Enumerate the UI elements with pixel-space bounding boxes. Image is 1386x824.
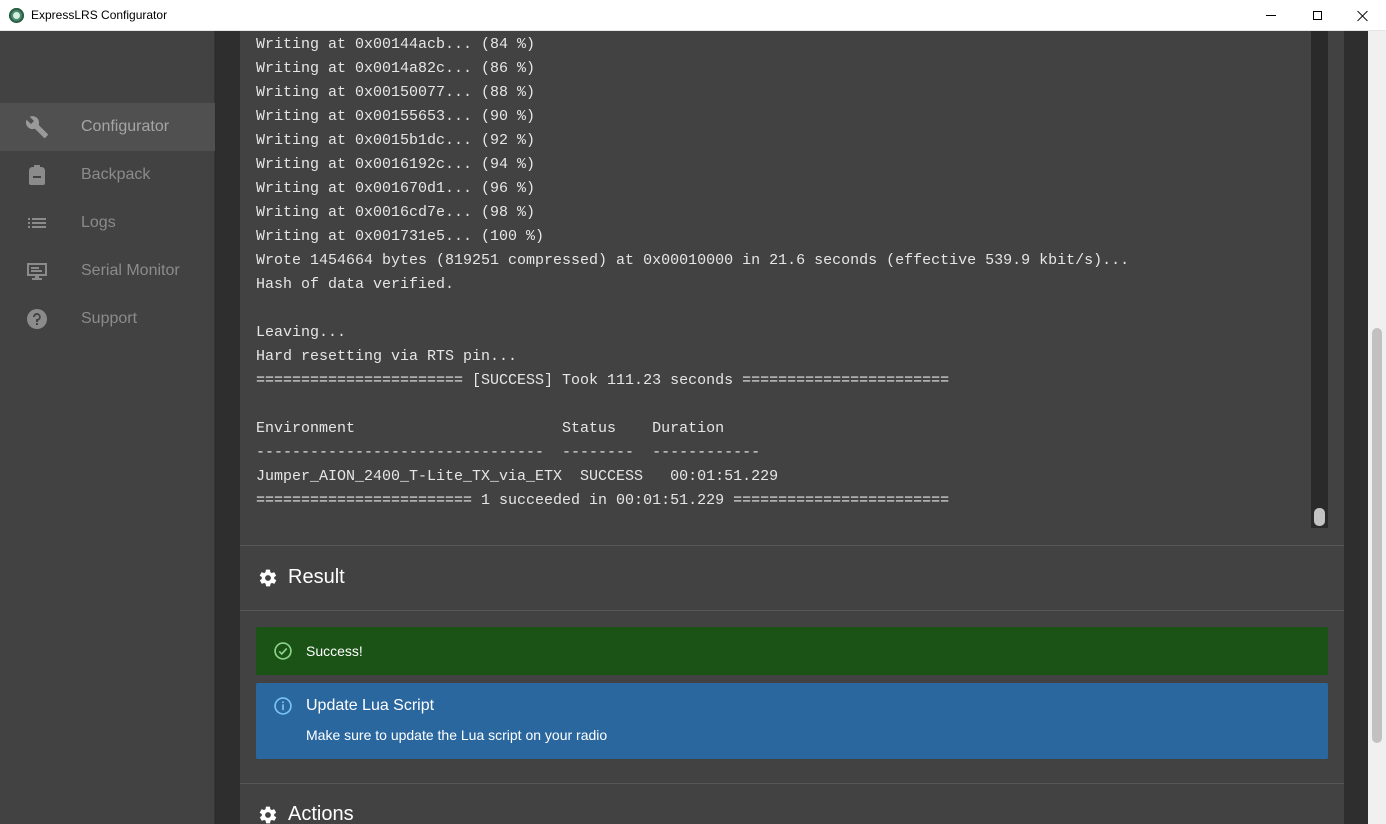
log-line: Writing at 0x001731e5... (100 %): [256, 228, 545, 245]
info-message: Make sure to update the Lua script on yo…: [306, 727, 608, 743]
actions-heading: Actions: [258, 803, 354, 824]
list-icon: [25, 211, 49, 235]
divider: [240, 545, 1344, 546]
backpack-icon: [25, 163, 49, 187]
window-scrollbar-thumb[interactable]: [1372, 328, 1382, 743]
log-line: Writing at 0x0015b1dc... (92 %): [256, 132, 536, 149]
result-heading: Result: [258, 566, 345, 589]
terminal-scrollbar-thumb[interactable]: [1314, 508, 1325, 526]
log-line: ======================== 1 succeeded in …: [256, 492, 950, 509]
info-alert: Update Lua Script Make sure to update th…: [256, 683, 1328, 759]
app-window: ExpressLRS Configurator Configurator Bac…: [0, 0, 1386, 824]
result-title: Result: [288, 566, 345, 588]
sidebar-item-backpack[interactable]: Backpack: [0, 151, 215, 199]
maximize-icon: [1312, 11, 1322, 20]
log-line: Writing at 0x0014a82c... (86 %): [256, 60, 536, 77]
expresslrs-logo-icon: [9, 8, 24, 23]
info-title: Update Lua Script: [306, 697, 435, 714]
log-line: Jumper_AION_2400_T-Lite_TX_via_ETX SUCCE…: [256, 468, 779, 485]
sidebar: Configurator Backpack Logs Serial Monito…: [0, 31, 215, 824]
monitor-icon: [25, 259, 49, 283]
gear-icon: [259, 806, 277, 823]
log-line: Leaving...: [256, 324, 347, 341]
log-line: Writing at 0x00150077... (88 %): [256, 84, 536, 101]
gear-icon: [259, 569, 277, 586]
maximize-button[interactable]: [1294, 0, 1340, 31]
sidebar-item-label: Support: [81, 310, 138, 327]
log-line: Wrote 1454664 bytes (819251 compressed) …: [256, 252, 1130, 269]
log-line: Writing at 0x001670d1... (96 %): [256, 180, 536, 197]
sidebar-item-label: Serial Monitor: [81, 262, 180, 279]
log-line: Writing at 0x0016cd7e... (98 %): [256, 204, 536, 221]
sidebar-item-label: Logs: [81, 214, 116, 231]
minimize-button[interactable]: [1248, 0, 1294, 31]
sidebar-item-serial-monitor[interactable]: Serial Monitor: [0, 247, 215, 295]
divider: [240, 610, 1344, 611]
help-circle-icon: [25, 307, 49, 331]
success-alert: Success!: [256, 627, 1328, 675]
close-button[interactable]: [1340, 0, 1386, 31]
log-line: Writing at 0x00155653... (90 %): [256, 108, 536, 125]
sidebar-item-support[interactable]: Support: [0, 295, 215, 343]
log-line: Hard resetting via RTS pin...: [256, 348, 518, 365]
sidebar-item-logs[interactable]: Logs: [0, 199, 215, 247]
title-bar[interactable]: ExpressLRS Configurator: [0, 0, 1386, 31]
log-line: Hash of data verified.: [256, 276, 455, 293]
actions-title: Actions: [288, 803, 354, 824]
success-message: Success!: [306, 643, 363, 659]
terminal-scrollbar[interactable]: [1311, 31, 1328, 528]
log-line: Writing at 0x0016192c... (94 %): [256, 156, 536, 173]
log-line: ======================= [SUCCESS] Took 1…: [256, 372, 950, 389]
info-circle-icon: [274, 697, 292, 715]
wrench-icon: [25, 115, 49, 139]
minimize-icon: [1266, 15, 1276, 16]
sidebar-item-configurator[interactable]: Configurator: [0, 103, 215, 151]
check-circle-icon: [274, 642, 292, 660]
log-line: -------------------------------- -------…: [256, 444, 761, 461]
log-line: Environment Status Duration: [256, 420, 725, 437]
sidebar-item-label: Backpack: [81, 166, 151, 183]
close-icon: [1357, 10, 1369, 22]
log-line: Writing at 0x00144acb... (84 %): [256, 36, 536, 53]
window-title: ExpressLRS Configurator: [31, 8, 168, 22]
sidebar-item-label: Configurator: [81, 118, 170, 135]
build-log-terminal[interactable]: Writing at 0x00144acb... (84 %) Writing a…: [240, 31, 1328, 528]
divider: [240, 783, 1344, 784]
